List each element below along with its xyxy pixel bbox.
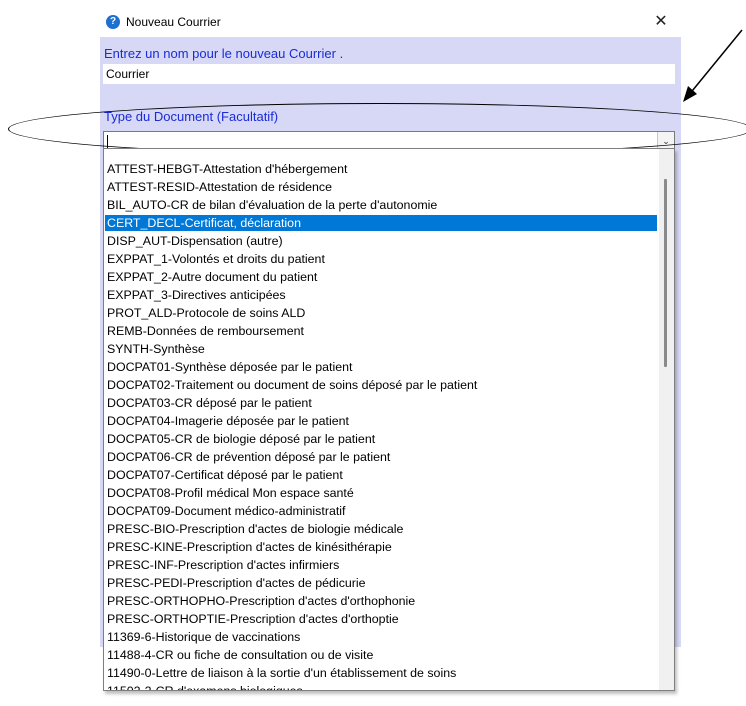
text-caret (107, 135, 108, 148)
dropdown-option[interactable]: CERT_DECL-Certificat, déclaration (105, 215, 657, 231)
dropdown-option[interactable]: DOCPAT06-CR de prévention déposé par le … (105, 449, 657, 465)
window-title: Nouveau Courrier (126, 15, 221, 29)
dropdown-option[interactable]: PRESC-PEDI-Prescription d'actes de pédic… (105, 575, 657, 591)
vertical-scrollbar[interactable] (659, 149, 674, 690)
letter-name-input[interactable]: Courrier (103, 64, 675, 84)
dropdown-option[interactable]: ATTEST-HEBGT-Attestation d'hébergement (105, 161, 657, 177)
dropdown-option[interactable]: REMB-Données de remboursement (105, 323, 657, 339)
title-bar: ? Nouveau Courrier ✕ (100, 7, 681, 37)
dropdown-option[interactable]: DOCPAT05-CR de biologie déposé par le pa… (105, 431, 657, 447)
dropdown-option[interactable]: 11488-4-CR ou fiche de consultation ou d… (105, 647, 657, 663)
dropdown-option[interactable]: DOCPAT08-Profil médical Mon espace santé (105, 485, 657, 501)
help-icon[interactable]: ? (106, 15, 120, 29)
dropdown-option[interactable]: EXPPAT_3-Directives anticipées (105, 287, 657, 303)
scrollbar-thumb[interactable] (664, 179, 667, 367)
dropdown-option[interactable]: PRESC-ORTHOPTIE-Prescription d'actes d'o… (105, 611, 657, 627)
dropdown-option[interactable]: 11490-0-Lettre de liaison à la sortie d'… (105, 665, 657, 681)
dropdown-option[interactable]: PRESC-ORTHOPHO-Prescription d'actes d'or… (105, 593, 657, 609)
dropdown-option[interactable]: DOCPAT04-Imagerie déposée par le patient (105, 413, 657, 429)
dropdown-option[interactable]: ATTEST-RESID-Attestation de résidence (105, 179, 657, 195)
document-type-label: Type du Document (Facultatif) (104, 109, 279, 124)
dropdown-option[interactable]: PRESC-BIO-Prescription d'actes de biolog… (105, 521, 657, 537)
dropdown-option[interactable]: PROT_ALD-Protocole de soins ALD (105, 305, 657, 321)
dropdown-option[interactable]: 11502-2-CR d'examens biologiques (105, 683, 657, 690)
dropdown-option[interactable]: EXPPAT_1-Volontés et droits du patient (105, 251, 657, 267)
dropdown-option[interactable]: PRESC-KINE-Prescription d'actes de kinés… (105, 539, 657, 555)
dropdown-option[interactable]: DOCPAT07-Certificat déposé par le patien… (105, 467, 657, 483)
dropdown-option[interactable]: EXPPAT_2-Autre document du patient (105, 269, 657, 285)
dropdown-option[interactable]: DOCPAT02-Traitement ou document de soins… (105, 377, 657, 393)
dropdown-option[interactable]: PRESC-INF-Prescription d'actes infirmier… (105, 557, 657, 573)
dropdown-option[interactable]: DOCPAT03-CR déposé par le patient (105, 395, 657, 411)
document-type-dropdown-list[interactable]: ATTEST-HEBGT-Attestation d'hébergement AT… (103, 148, 675, 691)
close-button[interactable]: ✕ (646, 9, 676, 35)
dropdown-option[interactable]: SYNTH-Synthèse (105, 341, 657, 357)
dropdown-option[interactable]: DOCPAT09-Document médico-administratif (105, 503, 657, 519)
dropdown-option[interactable]: DISP_AUT-Dispensation (autre) (105, 233, 657, 249)
dropdown-option[interactable]: 11369-6-Historique de vaccinations (105, 629, 657, 645)
dropdown-option[interactable]: BIL_AUTO-CR de bilan d'évaluation de la … (105, 197, 657, 213)
dropdown-option[interactable]: DOCPAT01-Synthèse déposée par le patient (105, 359, 657, 375)
name-prompt-label: Entrez un nom pour le nouveau Courrier . (104, 46, 344, 61)
